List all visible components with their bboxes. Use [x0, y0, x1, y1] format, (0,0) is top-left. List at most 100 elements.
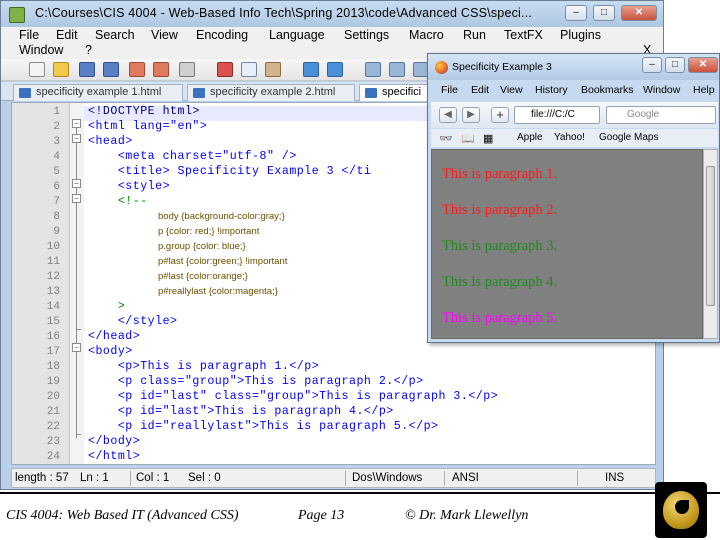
- tab-specificity-example-1[interactable]: specificity example 1.html: [13, 84, 183, 101]
- status-divider: [345, 471, 346, 486]
- ff-titlebar: Specificity Example 3 – □ ✕: [428, 54, 719, 80]
- code-line: </style>: [88, 315, 178, 328]
- fold-margin: − − − − −: [70, 103, 84, 464]
- code-line: <style>: [88, 180, 171, 193]
- fold-toggle-icon[interactable]: −: [72, 134, 81, 143]
- ff-minimize-button[interactable]: –: [642, 57, 662, 73]
- menu-language[interactable]: Language: [269, 28, 325, 42]
- fold-toggle-icon[interactable]: −: [72, 119, 81, 128]
- new-tab-button[interactable]: +: [491, 107, 509, 123]
- line-number: 8: [53, 211, 60, 223]
- line-number: 10: [46, 241, 60, 253]
- url-bar[interactable]: file:///C:/C: [514, 106, 600, 124]
- menu-search[interactable]: Search: [95, 28, 135, 42]
- vertical-scrollbar[interactable]: [703, 149, 718, 339]
- line-number: 2: [53, 121, 60, 133]
- print-icon[interactable]: [179, 62, 195, 77]
- menu-encoding[interactable]: Encoding: [196, 28, 248, 42]
- ff-menu-help[interactable]: Help: [693, 84, 715, 96]
- paragraph-5: This is paragraph 5.: [442, 310, 558, 326]
- bookmark-google-maps[interactable]: Google Maps: [599, 132, 658, 143]
- code-line: </html>: [88, 450, 141, 463]
- save-icon[interactable]: [79, 62, 95, 77]
- ucf-pegasus-logo-icon: [655, 482, 707, 538]
- open-file-icon[interactable]: [53, 62, 69, 77]
- open-book-icon[interactable]: 📖: [461, 132, 475, 145]
- code-line: <!--: [88, 195, 148, 208]
- menu-window[interactable]: Window: [19, 43, 63, 57]
- minimize-button[interactable]: –: [565, 5, 587, 21]
- html-file-icon: [19, 88, 31, 98]
- code-line: </head>: [88, 330, 141, 343]
- html-file-icon: [365, 88, 377, 98]
- firefox-window: Specificity Example 3 – □ ✕ File Edit Vi…: [427, 53, 720, 343]
- ff-menu-window[interactable]: Window: [643, 84, 680, 96]
- line-number: 4: [53, 151, 60, 163]
- undo-icon[interactable]: [303, 62, 319, 77]
- paste-icon[interactable]: [265, 62, 281, 77]
- copy-icon[interactable]: [241, 62, 257, 77]
- code-line: <p>This is paragraph 1.</p>: [88, 360, 320, 373]
- fold-toggle-icon[interactable]: −: [72, 179, 81, 188]
- fold-end-tick: [76, 329, 81, 330]
- line-number: 11: [46, 256, 60, 268]
- menu-macro[interactable]: Macro: [409, 28, 444, 42]
- bookmark-apple[interactable]: Apple: [517, 132, 543, 143]
- ff-menu-view[interactable]: View: [500, 84, 523, 96]
- firefox-logo-icon: [435, 61, 448, 74]
- ff-menu-edit[interactable]: Edit: [471, 84, 489, 96]
- menu-edit[interactable]: Edit: [56, 28, 78, 42]
- code-line: <title> Specificity Example 3 </ti: [88, 165, 372, 178]
- maximize-button[interactable]: □: [593, 5, 615, 21]
- ff-menubar: File Edit View History Bookmarks Window …: [431, 82, 718, 100]
- menu-plugins[interactable]: Plugins: [560, 28, 601, 42]
- line-number: 5: [53, 166, 60, 178]
- url-text: file:///C:/C: [531, 109, 575, 120]
- bookmark-yahoo[interactable]: Yahoo!: [554, 132, 585, 143]
- back-button[interactable]: ◀: [439, 107, 457, 123]
- menu-file[interactable]: File: [19, 28, 39, 42]
- replace-icon[interactable]: [389, 62, 405, 77]
- page-number: Page 13: [298, 508, 345, 523]
- menu-view[interactable]: View: [151, 28, 178, 42]
- code-line: p {color: red;} !important: [158, 226, 260, 237]
- menu-run[interactable]: Run: [463, 28, 486, 42]
- tab-specificity-example-2[interactable]: specificity example 2.html: [187, 84, 355, 101]
- ff-menu-file[interactable]: File: [441, 84, 458, 96]
- paragraph-4: This is paragraph 4.: [442, 274, 558, 290]
- paragraph-3: This is paragraph 3.: [442, 238, 558, 254]
- menu-help[interactable]: ?: [85, 43, 92, 57]
- status-selection: Sel : 0: [188, 472, 221, 484]
- top-sites-grid-icon[interactable]: ▦: [483, 132, 493, 145]
- status-line: Ln : 1: [80, 472, 109, 484]
- new-file-icon[interactable]: [29, 62, 45, 77]
- code-line: <body>: [88, 345, 133, 358]
- scrollbar-thumb[interactable]: [706, 166, 715, 306]
- line-number: 9: [53, 226, 60, 238]
- menu-settings[interactable]: Settings: [344, 28, 389, 42]
- status-column: Col : 1: [136, 472, 170, 484]
- fold-toggle-icon[interactable]: −: [72, 194, 81, 203]
- save-all-icon[interactable]: [103, 62, 119, 77]
- forward-button[interactable]: ▶: [462, 107, 480, 123]
- redo-icon[interactable]: [327, 62, 343, 77]
- ff-menu-bookmarks[interactable]: Bookmarks: [581, 84, 634, 96]
- reader-glasses-icon[interactable]: 👓: [439, 132, 453, 145]
- ff-maximize-button[interactable]: □: [665, 57, 685, 73]
- status-encoding: ANSI: [452, 472, 479, 484]
- find-icon[interactable]: [365, 62, 381, 77]
- cut-icon[interactable]: [217, 62, 233, 77]
- tab-specificity-example-3[interactable]: specifici: [359, 84, 429, 101]
- line-number: 6: [53, 181, 60, 193]
- menu-textfx[interactable]: TextFX: [504, 28, 543, 42]
- search-bar[interactable]: Google: [606, 106, 716, 124]
- ff-menu-history[interactable]: History: [535, 84, 568, 96]
- line-number: 22: [46, 421, 60, 433]
- line-number: 17: [46, 346, 60, 358]
- close-all-icon[interactable]: [153, 62, 169, 77]
- close-file-icon[interactable]: [129, 62, 145, 77]
- close-button[interactable]: ✕: [621, 5, 657, 21]
- ff-close-button[interactable]: ✕: [688, 57, 718, 73]
- fold-guide: [76, 122, 77, 438]
- fold-toggle-icon[interactable]: −: [72, 343, 81, 352]
